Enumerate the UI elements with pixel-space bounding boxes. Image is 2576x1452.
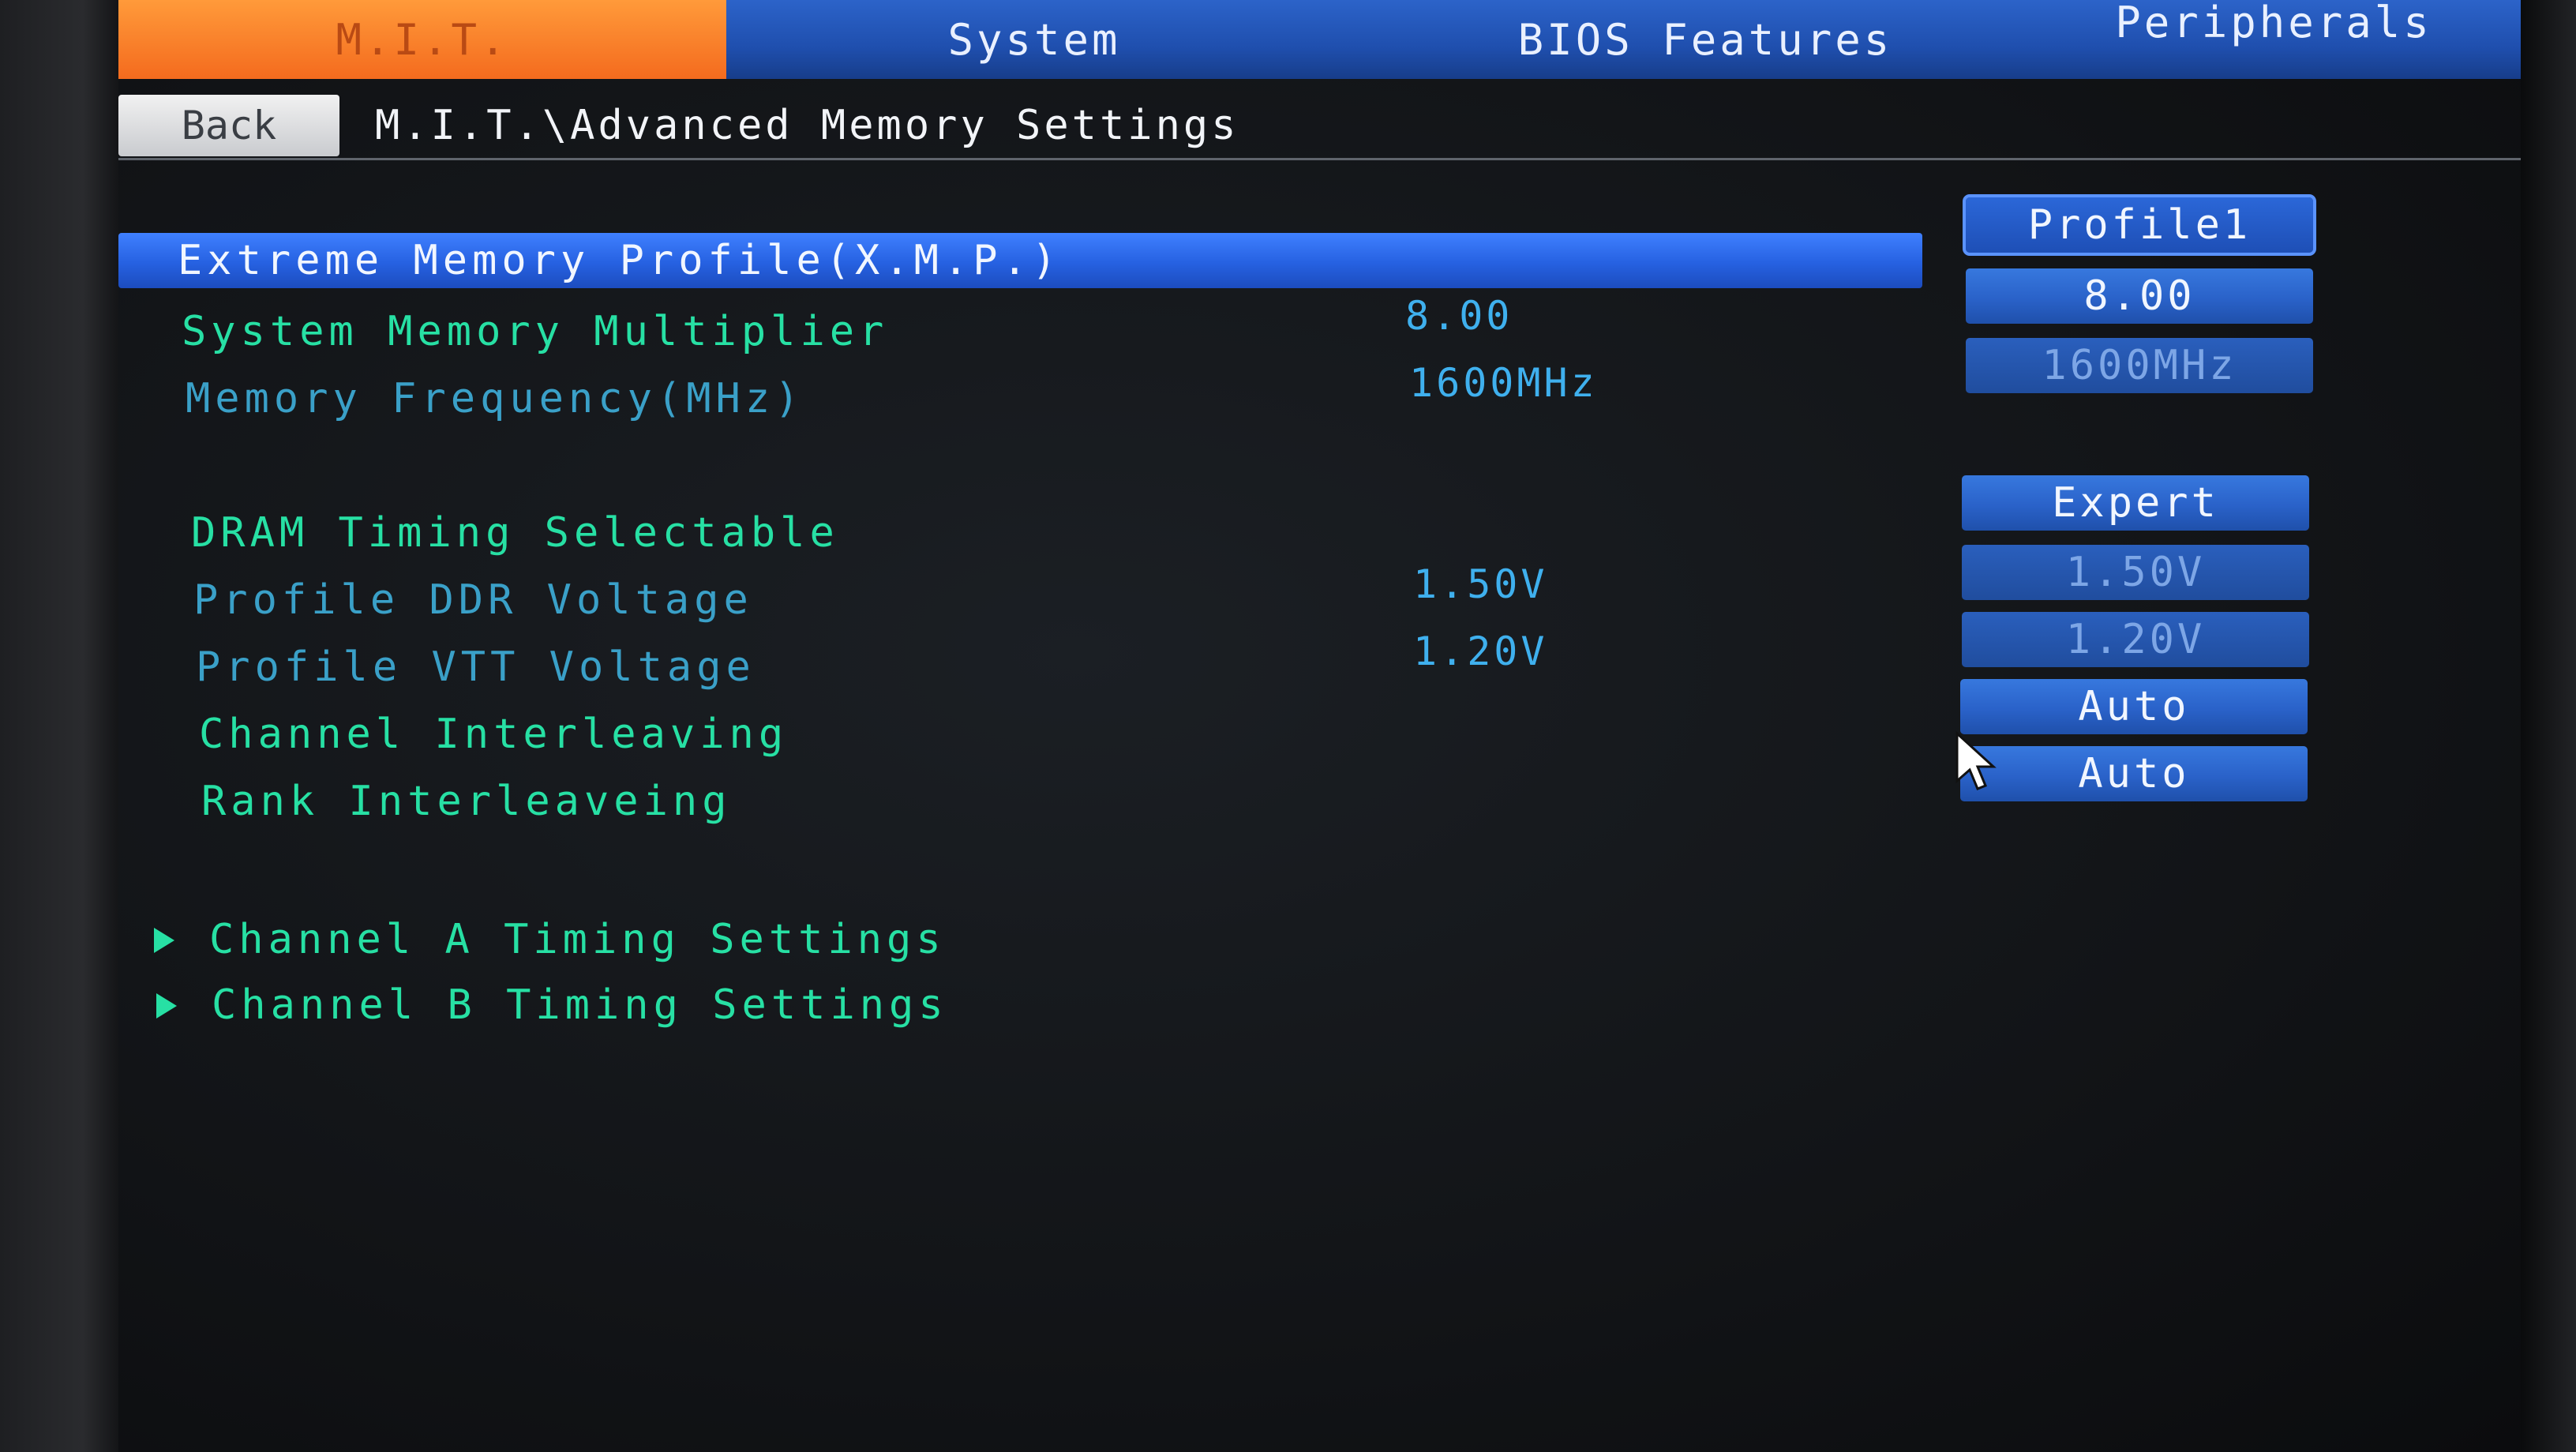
current-value-multiplier: 8.00 bbox=[1405, 293, 1513, 339]
current-value-vtt-voltage: 1.20V bbox=[1413, 628, 1548, 674]
setting-label-frequency: Memory Frequency(MHz) bbox=[186, 375, 804, 422]
setting-label-vtt-voltage: Profile VTT Voltage bbox=[196, 643, 756, 691]
option-xmp[interactable]: Profile1 bbox=[1963, 194, 2316, 256]
tab-peripherals[interactable]: Peripherals bbox=[2053, 0, 2495, 62]
option-multiplier[interactable]: 8.00 bbox=[1966, 268, 2313, 324]
current-value-frequency: 1600MHz bbox=[1409, 360, 1598, 406]
option-ddr-voltage: 1.50V bbox=[1962, 545, 2309, 600]
setting-label-channel-interleaving[interactable]: Channel Interleaving bbox=[199, 707, 788, 762]
submenu-arrow-icon bbox=[154, 928, 174, 953]
setting-label-multiplier[interactable]: System Memory Multiplier bbox=[182, 304, 888, 359]
option-dram-timing[interactable]: Expert bbox=[1962, 475, 2309, 531]
monitor-bezel-left bbox=[0, 0, 118, 1452]
tab-mit[interactable]: M.I.T. bbox=[118, 0, 726, 79]
breadcrumb: M.I.T.\Advanced Memory Settings bbox=[375, 102, 1239, 149]
current-value-ddr-voltage: 1.50V bbox=[1413, 561, 1548, 607]
option-channel-interleaving[interactable]: Auto bbox=[1960, 679, 2308, 734]
mouse-cursor-icon bbox=[1955, 730, 1997, 790]
option-vtt-voltage: 1.20V bbox=[1962, 612, 2309, 667]
tab-system[interactable]: System bbox=[829, 0, 1239, 79]
option-rank-interleaving[interactable]: Auto bbox=[1960, 746, 2308, 801]
option-frequency: 1600MHz bbox=[1966, 338, 2313, 393]
monitor-bezel-right bbox=[2521, 0, 2576, 1452]
setting-label-ddr-voltage: Profile DDR Voltage bbox=[193, 576, 753, 624]
bios-screen: M.I.T. System BIOS Features Peripherals … bbox=[118, 0, 2521, 1452]
back-button[interactable]: Back bbox=[118, 95, 339, 156]
submenu-channel-a[interactable]: Channel A Timing Settings bbox=[209, 912, 946, 967]
top-tab-bar: M.I.T. System BIOS Features Peripherals bbox=[118, 0, 2521, 79]
submenu-arrow-icon bbox=[156, 993, 177, 1019]
tab-bios-features[interactable]: BIOS Features bbox=[1421, 0, 1989, 79]
setting-label-dram-timing[interactable]: DRAM Timing Selectable bbox=[191, 505, 839, 561]
setting-label-xmp[interactable]: Extreme Memory Profile(X.M.P.) bbox=[178, 233, 1061, 288]
submenu-channel-b[interactable]: Channel B Timing Settings bbox=[212, 977, 948, 1033]
breadcrumb-bar: Back M.I.T.\Advanced Memory Settings bbox=[118, 87, 2521, 160]
setting-label-rank-interleaving[interactable]: Rank Interleaveing bbox=[201, 774, 732, 829]
